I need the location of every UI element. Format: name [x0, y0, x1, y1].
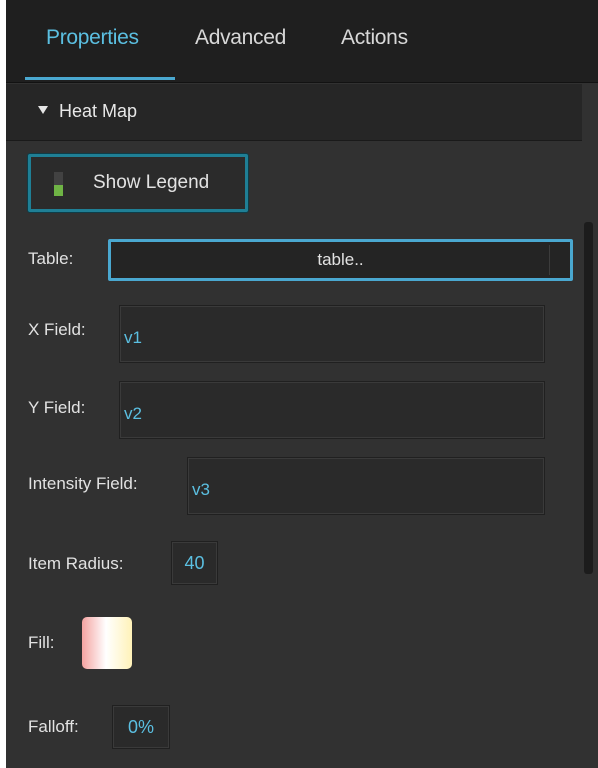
y-field-label: Y Field: [28, 398, 86, 417]
collapse-arrow-icon [38, 106, 48, 114]
button-divider [549, 245, 550, 275]
intensity-field-label: Intensity Field: [28, 474, 138, 493]
show-legend-label: Show Legend [93, 172, 210, 193]
section-header-heat-map[interactable]: Heat Map [6, 84, 582, 141]
table-select-button[interactable]: table.. [108, 239, 573, 281]
tab-properties[interactable]: Properties [46, 26, 139, 50]
tab-actions[interactable]: Actions [341, 26, 408, 50]
tab-advanced[interactable]: Advanced [195, 26, 286, 50]
table-button-text: table.. [317, 250, 364, 269]
active-tab-indicator [25, 77, 175, 80]
y-field-input[interactable]: v2 [119, 381, 545, 439]
properties-panel: Properties Advanced Actions Heat Map Sho… [6, 0, 598, 768]
x-field-value: v1 [124, 328, 142, 347]
intensity-field-value: v3 [192, 480, 210, 499]
table-label: Table: [28, 249, 74, 268]
section-title: Heat Map [59, 101, 138, 121]
checkbox-indicator-icon [54, 172, 63, 196]
tab-bar: Properties Advanced Actions [6, 0, 598, 83]
x-field-label: X Field: [28, 320, 86, 339]
falloff-label: Falloff: [28, 717, 79, 736]
show-legend-toggle[interactable]: Show Legend [28, 154, 248, 212]
item-radius-input[interactable]: 40 [171, 541, 218, 585]
intensity-field-input[interactable]: v3 [187, 457, 545, 515]
item-radius-label: Item Radius: [28, 554, 124, 573]
x-field-input[interactable]: v1 [119, 305, 545, 363]
y-field-value: v2 [124, 404, 142, 423]
fill-label: Fill: [28, 633, 55, 652]
falloff-input[interactable]: 0% [112, 705, 170, 749]
fill-color-swatch[interactable] [82, 617, 132, 669]
scrollbar[interactable] [584, 222, 593, 574]
